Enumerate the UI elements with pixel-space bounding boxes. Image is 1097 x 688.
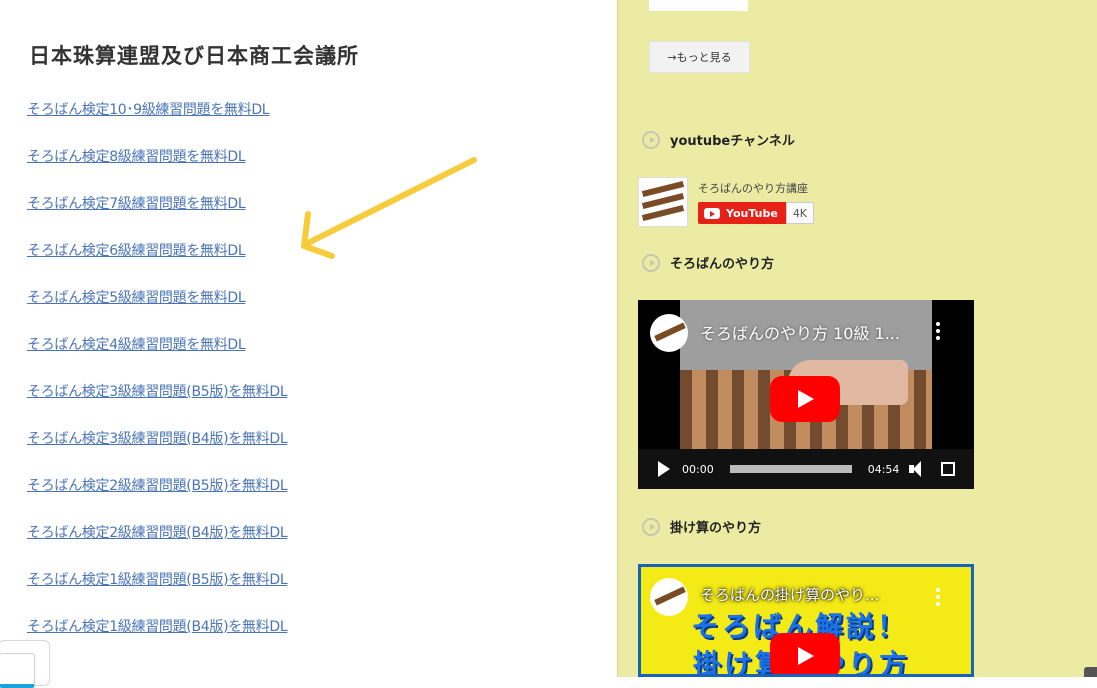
more-button[interactable]: →もっと見る — [649, 41, 750, 73]
more-options-icon[interactable] — [936, 588, 940, 609]
download-link[interactable]: そろばん検定5級練習問題を無料DL — [27, 290, 246, 306]
download-link[interactable]: そろばん検定3級練習問題(B5版)を無料DL — [27, 384, 288, 400]
play-circle-icon — [642, 253, 660, 272]
video-player[interactable]: そろばんのやり方 10級 1... 00:00 04:54 — [638, 300, 974, 489]
list-item: そろばん検定3級練習問題(B4版)を無料DL — [27, 428, 288, 475]
video-title[interactable]: そろばんのやり方 10級 1... — [700, 320, 900, 344]
download-link[interactable]: そろばん検定1級練習問題(B4版)を無料DL — [27, 619, 288, 635]
youtube-section-title: youtubeチャンネル — [642, 130, 795, 149]
volume-icon[interactable] — [909, 461, 927, 477]
download-link[interactable]: そろばん検定7級練習問題を無料DL — [27, 196, 246, 212]
list-item: そろばん検定7級練習問題を無料DL — [27, 193, 287, 240]
section-title-text: youtubeチャンネル — [670, 134, 795, 149]
channel-avatar[interactable] — [638, 177, 688, 227]
list-item: そろばん検定3級練習問題(B5版)を無料DL — [27, 381, 288, 428]
more-options-icon[interactable] — [936, 322, 940, 343]
progress-bar[interactable] — [729, 465, 852, 473]
list-item: そろばん検定5級練習問題を無料DL — [27, 287, 287, 334]
section-heading: 日本珠算連盟及び日本商工会議所 — [29, 44, 359, 68]
channel-avatar[interactable] — [650, 314, 688, 352]
youtube-logo-icon — [704, 207, 720, 219]
download-link-list: そろばん検定10･9級練習問題を無料DL そろばん検定8級練習問題を無料DL そ… — [27, 99, 288, 663]
annotation-arrow-icon — [301, 157, 477, 259]
subscribe-widget: YouTube 4K — [698, 202, 815, 224]
youtube-channel-widget: そろばんのやり方講座 YouTube 4K — [638, 177, 815, 227]
sidebar: →もっと見る youtubeチャンネル そろばんのやり方講座 YouTube 4… — [617, 0, 1097, 677]
download-link[interactable]: そろばん検定10･9級練習問題を無料DL — [27, 102, 270, 118]
floating-widget[interactable] — [0, 640, 50, 688]
video-player[interactable]: そろばん解説！ 掛け算のやり方 そろばんの掛け算のやり... — [638, 564, 974, 677]
download-link[interactable]: そろばん検定6級練習問題を無料DL — [27, 243, 246, 259]
subscriber-count: 4K — [785, 202, 815, 224]
download-link[interactable]: そろばん検定1級練習問題(B5版)を無料DL — [27, 572, 288, 588]
video-controls: 00:00 04:54 — [638, 449, 974, 489]
youtube-play-button[interactable] — [770, 376, 840, 422]
download-link[interactable]: そろばん検定3級練習問題(B4版)を無料DL — [27, 431, 288, 447]
channel-name[interactable]: そろばんのやり方講座 — [698, 180, 814, 196]
section-title-text: 掛け算のやり方 — [670, 521, 762, 536]
download-link[interactable]: そろばん検定2級練習問題(B5版)を無料DL — [27, 478, 288, 494]
list-item: そろばん検定8級練習問題を無料DL — [27, 146, 287, 193]
play-circle-icon — [642, 517, 660, 536]
duration: 04:54 — [867, 462, 900, 476]
list-item: そろばん検定6級練習問題を無料DL — [27, 240, 287, 287]
download-link[interactable]: そろばん検定2級練習問題(B4版)を無料DL — [27, 525, 288, 541]
youtube-play-button[interactable] — [770, 633, 840, 674]
fullscreen-icon[interactable] — [941, 462, 956, 476]
list-item: そろばん検定2級練習問題(B5版)を無料DL — [27, 475, 288, 522]
play-icon[interactable] — [658, 461, 670, 477]
channel-avatar[interactable] — [650, 578, 688, 616]
video-title[interactable]: そろばんの掛け算のやり... — [700, 584, 879, 605]
video2-section-title: 掛け算のやり方 — [642, 517, 761, 536]
play-circle-icon — [642, 130, 660, 149]
widget-button[interactable] — [0, 653, 35, 688]
list-item: そろばん検定1級練習問題(B5版)を無料DL — [27, 569, 288, 616]
subscribe-label: YouTube — [726, 206, 778, 220]
youtube-subscribe-button[interactable]: YouTube — [698, 202, 786, 224]
main-content: 日本珠算連盟及び日本商工会議所 そろばん検定10･9級練習問題を無料DL そろば… — [0, 0, 617, 688]
sidebar-top-box — [649, 0, 748, 11]
section-title-text: そろばんのやり方 — [670, 257, 775, 272]
list-item: そろばん検定4級練習問題を無料DL — [27, 334, 287, 381]
list-item: そろばん検定10･9級練習問題を無料DL — [27, 99, 287, 146]
list-item: そろばん検定2級練習問題(B4版)を無料DL — [27, 522, 288, 569]
current-time: 00:00 — [682, 462, 714, 476]
scroll-to-top-button[interactable] — [1084, 667, 1097, 677]
video1-section-title: そろばんのやり方 — [642, 253, 774, 272]
list-item: そろばん検定1級練習問題(B4版)を無料DL — [27, 616, 288, 663]
download-link[interactable]: そろばん検定4級練習問題を無料DL — [27, 337, 246, 353]
download-link[interactable]: そろばん検定8級練習問題を無料DL — [27, 149, 246, 165]
